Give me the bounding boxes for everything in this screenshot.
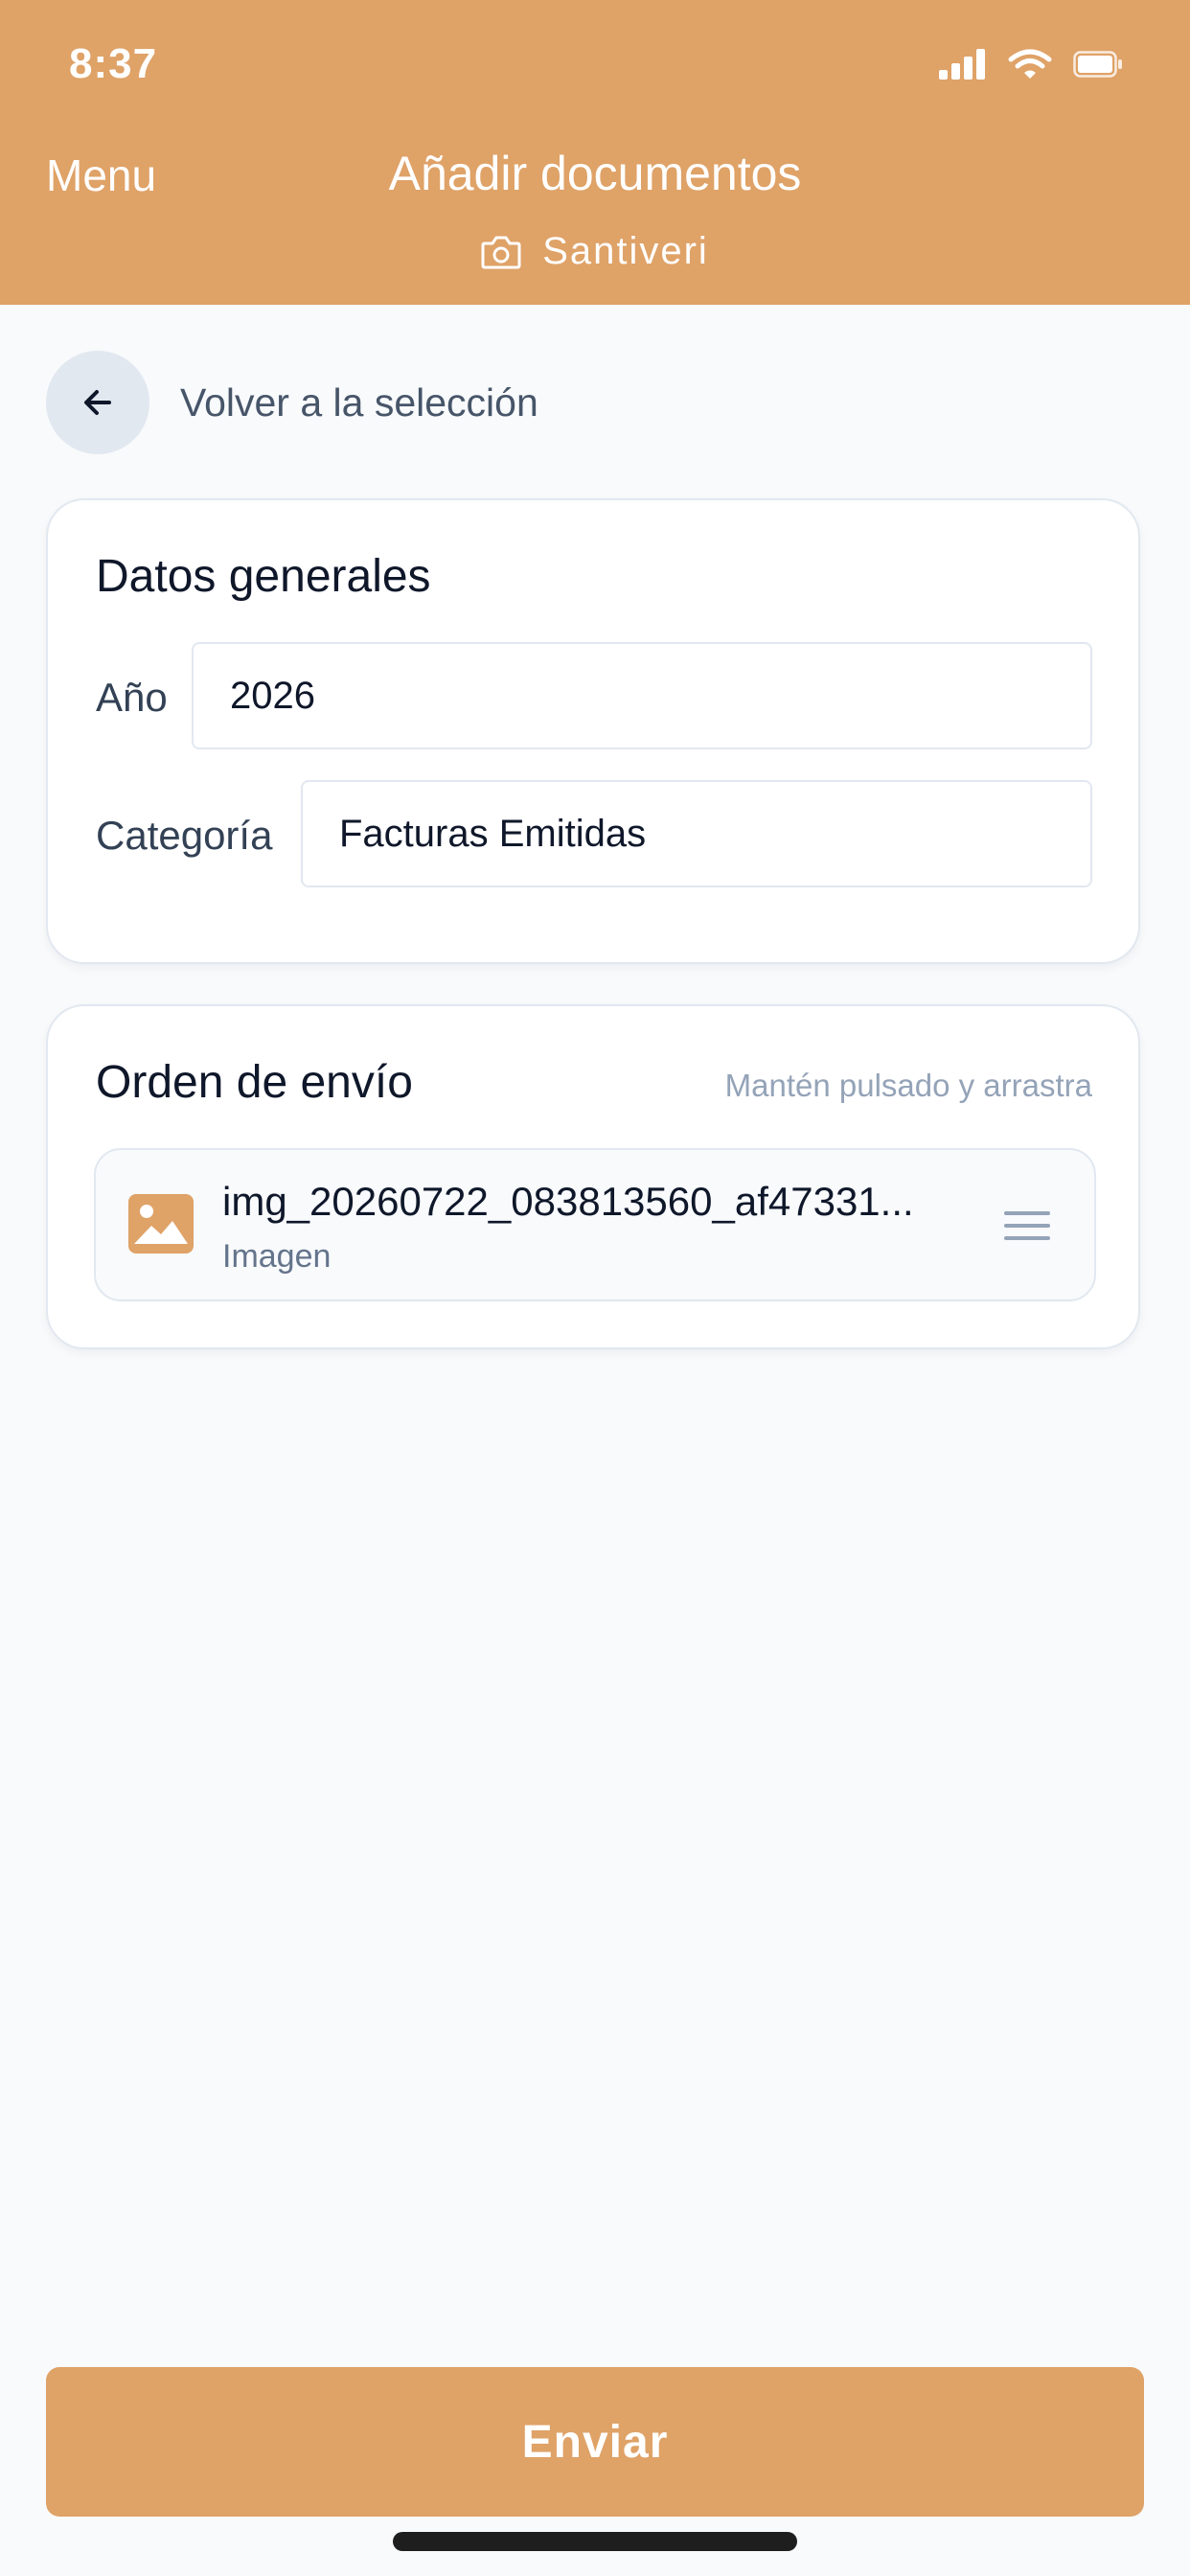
back-button[interactable]: [46, 351, 149, 454]
general-data-card: Datos generales Año Categoría: [46, 498, 1140, 964]
general-data-title: Datos generales: [96, 551, 431, 602]
year-input[interactable]: [192, 642, 1092, 749]
year-label: Año: [96, 675, 168, 720]
company-selector: Santiveri: [0, 230, 1190, 273]
category-input[interactable]: [301, 780, 1092, 887]
drag-hint: Mantén pulsado y arrastra: [724, 1068, 1092, 1103]
document-name: img_20260722_083813560_af47331...: [222, 1179, 914, 1224]
page-title: Añadir documentos: [388, 147, 802, 200]
send-button[interactable]: Enviar: [46, 2367, 1144, 2517]
back-label[interactable]: Volver a la selección: [180, 380, 538, 426]
document-item[interactable]: img_20260722_083813560_af47331... Imagen: [94, 1148, 1096, 1301]
send-order-card: Orden de envío Mantén pulsado y arrastra…: [46, 1004, 1140, 1349]
image-icon: [128, 1194, 194, 1254]
drag-handle-icon[interactable]: [1004, 1209, 1050, 1242]
status-icons: [939, 48, 1123, 80]
wifi-icon: [1008, 49, 1052, 79]
app-header: 8:37 Menu Añadir documentos Santiveri: [0, 0, 1190, 305]
company-name: Santiveri: [542, 230, 709, 272]
arrow-left-icon: [84, 390, 111, 415]
status-time: 8:37: [69, 40, 158, 87]
back-to-selection[interactable]: Volver a la selección: [46, 351, 538, 454]
signal-icon: [939, 49, 985, 80]
category-label: Categoría: [96, 813, 273, 858]
home-indicator[interactable]: [393, 2532, 797, 2551]
send-order-title: Orden de envío: [96, 1057, 413, 1108]
document-type: Imagen: [222, 1238, 332, 1275]
battery-icon: [1073, 51, 1122, 78]
camera-icon: [481, 236, 521, 268]
